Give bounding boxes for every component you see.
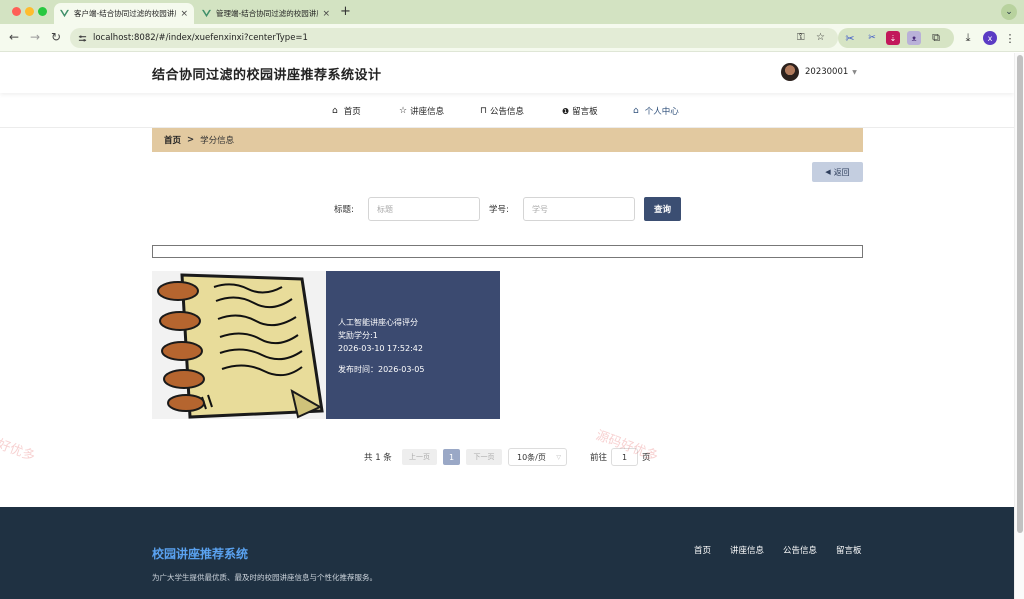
maximize-window-icon[interactable] [38, 7, 47, 16]
pagination-total: 共 1 条 [364, 453, 392, 463]
scissors-small-extension-icon[interactable]: ✂ [865, 31, 879, 45]
info-icon: ❶ [562, 106, 570, 116]
footer-link-message-board[interactable]: 留言板 [836, 544, 862, 556]
bookmark-star-icon[interactable]: ☆ [816, 32, 825, 43]
breadcrumb-current: 学分信息 [200, 136, 235, 146]
browser-tabbar: 客户端-结合协同过滤的校园讲座 × 管理端-结合协同过滤的校园讲座 × + ⌄ [0, 0, 1024, 24]
vue-logo-icon [202, 9, 211, 18]
url-field[interactable]: localhost:8082/#/index/xuefenxinxi?cente… [70, 28, 838, 48]
prev-page-button[interactable]: 上一页 [402, 449, 437, 465]
student-id-label: 学号: [489, 205, 509, 215]
main-nav: ⌂ 首页 ☆ 讲座信息 ⊓ 公告信息 ❶ 留言板 ⌂ 个人中心 [0, 94, 1014, 128]
card-title: 人工智能讲座心得评分 [338, 318, 418, 327]
query-button[interactable]: 查询 [644, 197, 681, 221]
site-footer: 校园讲座推荐系统 为广大学生提供最优质、最及时的校园讲座信息与个性化推荐服务。 … [0, 507, 1014, 599]
page-scrollbar[interactable] [1014, 53, 1024, 599]
card-credit: 奖励学分:1 [338, 331, 378, 340]
house-icon: ⌂ [332, 106, 338, 116]
username: 20230001 [805, 67, 849, 77]
tab-search-icon[interactable]: ⌄ [1001, 4, 1017, 20]
user-menu[interactable]: 20230001 ▼ [781, 63, 857, 81]
nav-item-message-board[interactable]: ❶ 留言板 [562, 105, 598, 118]
breadcrumb-home[interactable]: 首页 [164, 134, 181, 146]
reload-icon[interactable]: ↻ [51, 30, 61, 44]
tab-close-icon[interactable]: × [180, 9, 188, 19]
page-unit-label: 页 [642, 453, 651, 463]
downloads-icon[interactable]: ⤓ [961, 31, 975, 45]
site-title: 结合协同过滤的校园讲座推荐系统设计 [152, 68, 382, 83]
page-number[interactable]: 1 [443, 449, 460, 465]
student-id-input[interactable]: 学号 [523, 197, 635, 221]
nav-item-notices[interactable]: ⊓ 公告信息 [480, 105, 524, 117]
browser-menu-icon[interactable]: ⋮ [1003, 31, 1017, 45]
nav-item-home[interactable]: ⌂ 首页 [332, 105, 361, 117]
tab-close-icon[interactable]: × [322, 9, 330, 19]
minimize-window-icon[interactable] [25, 7, 34, 16]
home-outline-icon: ⌂ [633, 106, 639, 116]
site-info-icon[interactable] [78, 34, 87, 43]
new-tab-icon[interactable]: + [340, 5, 351, 18]
footer-title: 校园讲座推荐系统 [152, 547, 249, 561]
page-size-select[interactable]: 10条/页 ▽ [508, 448, 567, 466]
goto-page-input[interactable]: 1 [611, 448, 638, 466]
vue-logo-icon [60, 9, 69, 18]
footer-description: 为广大学生提供最优质、最及时的校园讲座信息与个性化推荐服务。 [152, 573, 377, 582]
bag-icon: ⊓ [480, 106, 488, 116]
nav-item-personal-center[interactable]: ⌂ 个人中心 [633, 105, 679, 117]
footer-link-lectures[interactable]: 讲座信息 [730, 544, 764, 556]
chevron-down-icon: ▼ [852, 68, 857, 76]
title-label: 标题: [334, 205, 354, 215]
caret-left-icon: ◀ [825, 168, 831, 176]
tab-title: 管理端-结合协同过滤的校园讲座 [216, 9, 319, 18]
site-header: 结合协同过滤的校园讲座推荐系统设计 20230001 ▼ [0, 53, 1014, 93]
nav-item-lectures[interactable]: ☆ 讲座信息 [399, 105, 444, 117]
title-input[interactable]: 标题 [368, 197, 480, 221]
footer-link-notices[interactable]: 公告信息 [783, 544, 817, 556]
notebook-illustration-icon [152, 271, 326, 419]
scissors-extension-icon[interactable]: ✂ [843, 31, 857, 45]
download-extension-icon[interactable]: ⇣ [886, 31, 900, 45]
watermark: 源码好优多 [0, 428, 37, 465]
scrollbar-thumb[interactable] [1017, 55, 1023, 533]
back-arrow-icon[interactable]: ← [9, 30, 19, 44]
forward-arrow-icon[interactable]: → [30, 30, 40, 44]
chevron-down-icon: ▽ [556, 453, 561, 461]
page: 结合协同过滤的校园讲座推荐系统设计 20230001 ▼ ⌂ 首页 ☆ 讲座信息… [0, 53, 1014, 599]
puzzle-extension-icon[interactable]: ⧉ [929, 31, 943, 45]
breadcrumb: 首页 > 学分信息 [152, 128, 863, 152]
profile-avatar[interactable]: x [983, 31, 997, 45]
url-text: localhost:8082/#/index/xuefenxinxi?cente… [93, 33, 308, 43]
key-icon[interactable]: ⚿ [797, 32, 805, 43]
credit-card[interactable]: 人工智能讲座心得评分 奖励学分:1 2026-03-10 17:52:42 发布… [152, 271, 500, 419]
close-window-icon[interactable] [12, 7, 21, 16]
back-button[interactable]: ◀ 返回 [812, 162, 863, 182]
next-page-button[interactable]: 下一页 [466, 449, 502, 465]
card-publish-date: 发布时间：2026-03-05 [338, 365, 425, 374]
tab-title: 客户端-结合协同过滤的校园讲座 [74, 9, 177, 18]
browser-tab-client[interactable]: 客户端-结合协同过滤的校园讲座 × [54, 3, 194, 24]
card-info: 人工智能讲座心得评分 奖励学分:1 2026-03-10 17:52:42 发布… [326, 271, 500, 419]
star-icon: ☆ [399, 106, 408, 116]
browser-tab-admin[interactable]: 管理端-结合协同过滤的校园讲座 × [196, 3, 336, 24]
notebook-image [152, 271, 326, 419]
card-datetime: 2026-03-10 17:52:42 [338, 344, 423, 353]
divider-box [152, 245, 863, 258]
footer-link-home[interactable]: 首页 [694, 544, 711, 556]
cat-extension-icon[interactable]: ᴥ [907, 31, 921, 45]
goto-label: 前往 [590, 453, 608, 463]
avatar [781, 63, 799, 81]
breadcrumb-separator: > [187, 135, 195, 145]
